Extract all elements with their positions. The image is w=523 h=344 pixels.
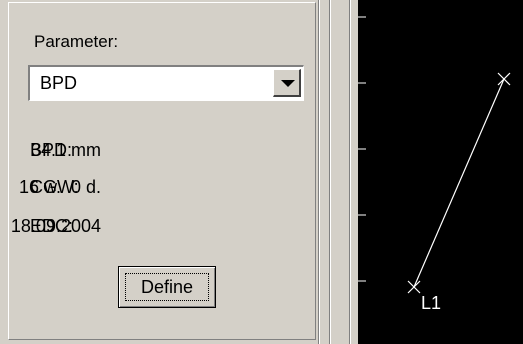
- dropdown-button[interactable]: [273, 69, 301, 97]
- parameter-label: Parameter:: [34, 32, 119, 51]
- define-button[interactable]: Define: [118, 266, 216, 308]
- parameter-panel: Parameter: BPD BPD: 34.1 mm CGW: 16 w. 0…: [0, 0, 323, 344]
- splitter-bar[interactable]: [326, 0, 354, 344]
- cgw-value: 16 w. 0 d.: [18, 177, 101, 197]
- define-button-label: Define: [140, 276, 194, 297]
- bpd-value: 34.1 mm: [30, 140, 101, 160]
- image-canvas[interactable]: L1: [358, 0, 523, 344]
- caliper-marker-start[interactable]: [407, 280, 421, 294]
- line-label: L1: [421, 293, 442, 313]
- panel-edge-highlight: [319, 0, 320, 344]
- edc-value: 18.09.2004: [10, 216, 101, 236]
- measurement-line: [413, 78, 505, 288]
- parameter-select[interactable]: BPD: [28, 65, 304, 101]
- parameter-select-value: BPD: [40, 73, 78, 93]
- chevron-down-icon: [281, 80, 295, 87]
- caliper-marker-end[interactable]: [497, 72, 511, 86]
